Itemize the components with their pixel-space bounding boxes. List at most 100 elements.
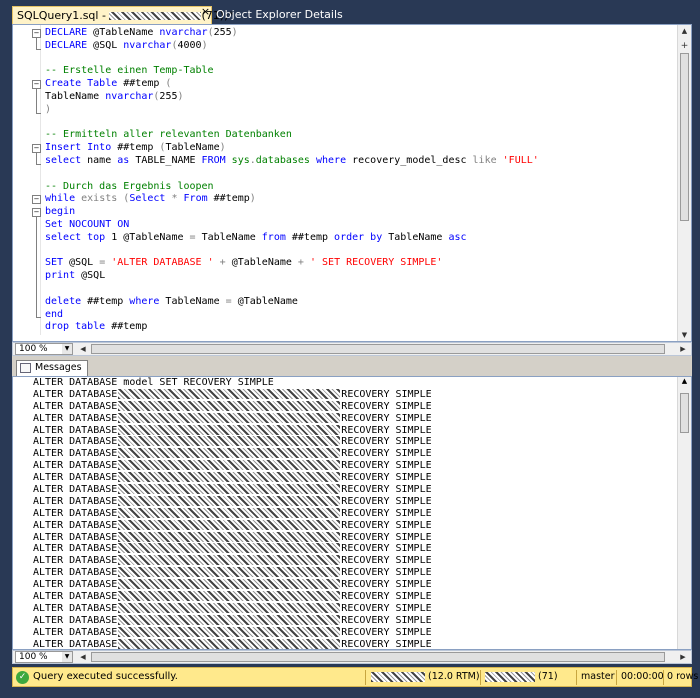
message-suffix: RECOVERY SIMPLE bbox=[341, 495, 432, 507]
redacted-database-name bbox=[118, 519, 341, 530]
results-zoom-select[interactable]: 100 % ▼ bbox=[15, 651, 73, 663]
redacted-database-name bbox=[118, 507, 341, 518]
status-divider bbox=[480, 670, 481, 685]
redacted-database-name bbox=[118, 591, 341, 602]
message-prefix: ALTER DATABASE bbox=[33, 448, 118, 460]
editor-vertical-scrollbar[interactable]: ▲ + ▼ bbox=[677, 25, 691, 341]
status-divider bbox=[576, 670, 577, 685]
status-divider bbox=[616, 670, 617, 685]
fold-end bbox=[36, 113, 41, 114]
message-line: ALTER DATABASE RECOVERY SIMPLE bbox=[33, 436, 432, 448]
tab-messages[interactable]: Messages bbox=[16, 360, 88, 376]
scrollbar-thumb[interactable] bbox=[680, 393, 689, 433]
scroll-right-icon[interactable]: ▶ bbox=[677, 343, 689, 355]
redacted-database-name bbox=[118, 614, 341, 625]
scroll-right-icon[interactable]: ▶ bbox=[677, 651, 689, 663]
scroll-down-icon[interactable]: ▼ bbox=[678, 329, 691, 341]
message-suffix: RECOVERY SIMPLE bbox=[341, 638, 432, 650]
messages-pane[interactable]: ALTER DATABASE model SET RECOVERY SIMPLE… bbox=[12, 376, 692, 650]
editor-zoom-select[interactable]: 100 % ▼ bbox=[15, 343, 73, 355]
collapse-icon[interactable]: − bbox=[32, 80, 41, 89]
code-line-2: DECLARE @SQL nvarchar(4000) bbox=[45, 39, 208, 51]
redacted-user bbox=[485, 671, 535, 682]
redacted-server-name bbox=[109, 12, 202, 20]
message-suffix: RECOVERY SIMPLE bbox=[341, 555, 432, 567]
message-line: ALTER DATABASE model SET RECOVERY SIMPLE bbox=[33, 377, 274, 388]
messages-vertical-scrollbar[interactable]: ▲ bbox=[677, 377, 691, 649]
split-icon[interactable]: + bbox=[678, 40, 691, 52]
message-suffix: RECOVERY SIMPLE bbox=[341, 519, 432, 531]
message-prefix: ALTER DATABASE bbox=[33, 460, 118, 472]
message-line: ALTER DATABASE RECOVERY SIMPLE bbox=[33, 484, 432, 496]
message-prefix: ALTER DATABASE bbox=[33, 495, 118, 507]
message-suffix: RECOVERY SIMPLE bbox=[341, 531, 432, 543]
code-line-14: while exists (Select * From ##temp) bbox=[45, 193, 256, 205]
message-prefix: ALTER DATABASE bbox=[33, 602, 118, 614]
message-line: ALTER DATABASE RECOVERY SIMPLE bbox=[33, 602, 432, 615]
message-line: ALTER DATABASE RECOVERY SIMPLE bbox=[33, 543, 432, 555]
code-line-9: -- Ermitteln aller relevanten Datenbanke… bbox=[45, 129, 292, 141]
redacted-database-name bbox=[118, 602, 341, 613]
chevron-down-icon[interactable]: ▼ bbox=[62, 652, 72, 662]
tab-sqlquery1[interactable]: SQLQuery1.sql - (71))* bbox=[12, 6, 234, 24]
scroll-left-icon[interactable]: ◀ bbox=[77, 343, 89, 355]
message-suffix: RECOVERY SIMPLE bbox=[341, 448, 432, 460]
message-line: ALTER DATABASE RECOVERY SIMPLE bbox=[33, 472, 432, 484]
query-status-bar: ✓ Query executed successfully. (12.0 RTM… bbox=[12, 667, 698, 687]
message-prefix: ALTER DATABASE bbox=[33, 412, 118, 424]
tab-object-explorer-details[interactable]: Object Explorer Details bbox=[214, 8, 343, 24]
scroll-up-icon[interactable]: ▲ bbox=[678, 25, 691, 37]
scroll-left-icon[interactable]: ◀ bbox=[77, 651, 89, 663]
message-list: ALTER DATABASE model SET RECOVERY SIMPLE… bbox=[33, 377, 432, 650]
code-line-4: -- Erstelle einen Temp-Table bbox=[45, 65, 214, 77]
fold-line bbox=[36, 38, 37, 49]
status-database: master bbox=[581, 671, 615, 682]
success-check-icon: ✓ bbox=[16, 671, 29, 684]
code-line-16: Set NOCOUNT ON bbox=[45, 218, 130, 230]
redacted-database-name bbox=[118, 567, 341, 578]
code-line-24: drop table ##temp bbox=[45, 321, 148, 333]
fold-end bbox=[36, 164, 41, 165]
status-divider bbox=[663, 670, 664, 685]
message-suffix: RECOVERY SIMPLE bbox=[341, 591, 432, 603]
message-line: ALTER DATABASE RECOVERY SIMPLE bbox=[33, 614, 432, 627]
message-prefix: ALTER DATABASE bbox=[33, 507, 118, 519]
scrollbar-thumb[interactable] bbox=[680, 53, 689, 221]
redacted-database-name bbox=[118, 484, 341, 495]
editor-horizontal-scrollbar[interactable]: ◀ ▶ bbox=[75, 343, 691, 355]
message-prefix: ALTER DATABASE bbox=[33, 614, 118, 626]
message-suffix: RECOVERY SIMPLE bbox=[341, 436, 432, 448]
query-editor[interactable]: − − − − − DECLARE @TableName nvarchar(25… bbox=[12, 24, 692, 342]
collapse-icon[interactable]: − bbox=[32, 208, 41, 217]
message-line: ALTER DATABASE RECOVERY SIMPLE bbox=[33, 519, 432, 532]
message-line: ALTER DATABASE RECOVERY SIMPLE bbox=[33, 579, 432, 591]
redacted-database-name bbox=[118, 448, 341, 459]
scroll-up-icon[interactable]: ▲ bbox=[678, 377, 691, 385]
message-line: ALTER DATABASE RECOVERY SIMPLE bbox=[33, 507, 432, 520]
message-prefix: ALTER DATABASE bbox=[33, 555, 118, 567]
close-tab-icon[interactable]: × bbox=[200, 6, 211, 18]
scrollbar-thumb[interactable] bbox=[91, 344, 665, 354]
results-tab-bar: Messages bbox=[12, 360, 692, 376]
code-line-19: SET @SQL = 'ALTER DATABASE ' + @TableNam… bbox=[45, 257, 443, 269]
message-prefix: ALTER DATABASE bbox=[33, 626, 118, 638]
code-line-17: select top 1 @TableName = TableName from… bbox=[45, 231, 467, 243]
redacted-database-name bbox=[118, 531, 341, 542]
sql-code[interactable]: DECLARE @TableName nvarchar(255) DECLARE… bbox=[45, 27, 539, 334]
collapse-icon[interactable]: − bbox=[32, 144, 41, 153]
message-line: ALTER DATABASE RECOVERY SIMPLE bbox=[33, 626, 432, 639]
message-suffix: RECOVERY SIMPLE bbox=[341, 472, 432, 484]
scrollbar-thumb[interactable] bbox=[91, 652, 665, 662]
collapse-icon[interactable]: − bbox=[32, 195, 41, 204]
chevron-down-icon[interactable]: ▼ bbox=[62, 344, 72, 354]
results-horizontal-scrollbar[interactable]: ◀ ▶ bbox=[75, 651, 691, 663]
message-prefix: ALTER DATABASE bbox=[33, 388, 118, 400]
message-prefix: ALTER DATABASE bbox=[33, 591, 118, 603]
code-line-11: select name as TABLE_NAME FROM sys.datab… bbox=[45, 154, 539, 166]
message-line: ALTER DATABASE RECOVERY SIMPLE bbox=[33, 555, 432, 567]
message-suffix: RECOVERY SIMPLE bbox=[341, 507, 432, 519]
collapse-icon[interactable]: − bbox=[32, 29, 41, 38]
redacted-database-name bbox=[118, 388, 341, 399]
message-suffix: RECOVERY SIMPLE bbox=[341, 388, 432, 400]
fold-line bbox=[36, 153, 37, 164]
